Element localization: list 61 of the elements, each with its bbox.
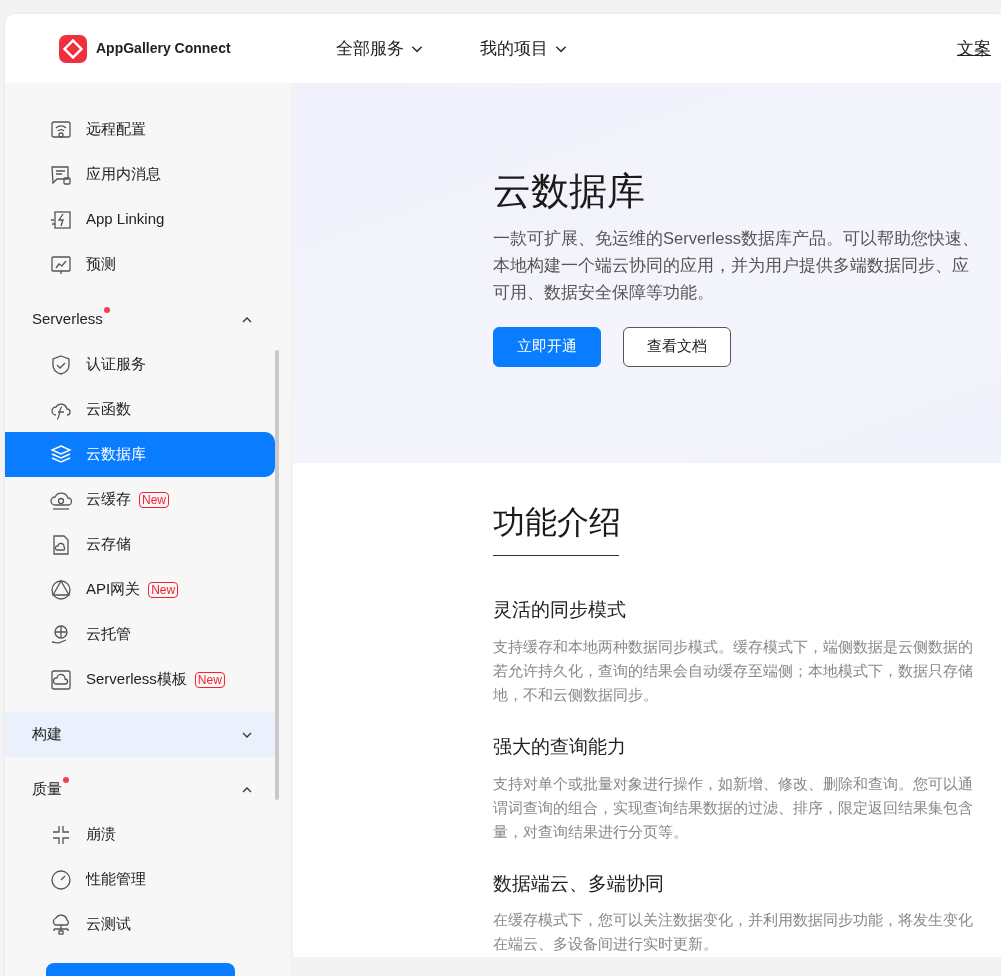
sidebar-item[interactable]: 云测试 [5, 902, 275, 947]
docs-button[interactable]: 查看文档 [623, 326, 731, 367]
sidebar-item[interactable]: 云缓存 New [5, 477, 275, 522]
sidebar-item[interactable]: Serverless模板 New [5, 657, 275, 702]
description-line: 本地构建一个端云协同的应用，并为用户提供多端数据同步、应 [493, 254, 970, 276]
activate-button[interactable]: 立即开通 [493, 326, 601, 367]
sidebar-item[interactable]: API网关 New [5, 567, 275, 612]
feature-title: 灵活的同步模式 [493, 598, 627, 623]
item-label: 云函数 [86, 399, 131, 420]
sidebar-item[interactable]: 云存储 [5, 522, 275, 567]
new-tag: New [148, 581, 179, 598]
item-label: 云测试 [86, 914, 131, 935]
item-label: 远程配置 [86, 119, 146, 140]
sidebar-item[interactable]: 远程配置 [5, 107, 275, 152]
sidebar-group-header[interactable]: 质量 [5, 767, 275, 812]
sidebar-item[interactable]: 云托管 [5, 612, 275, 657]
item-label: 认证服务 [86, 354, 146, 375]
new-tag: New [194, 671, 225, 688]
group-title: 构建 [32, 724, 62, 745]
feature-text: 支持对单个或批量对象进行操作，如新增、修改、删除和查询。您可以通 [493, 774, 974, 794]
group-title: Serverless [32, 309, 103, 330]
sidebar-item[interactable]: 应用内消息 [5, 152, 275, 197]
item-label: 性能管理 [86, 869, 146, 890]
feature-text: 在端云、多设备间进行实时更新。 [493, 935, 719, 955]
sidebar-item[interactable]: App Linking [5, 197, 275, 242]
description-line: 可用、数据安全保障等功能。 [493, 281, 715, 303]
item-label: Serverless模板 [86, 669, 187, 690]
group-title: 质量 [32, 779, 62, 800]
new-tag: New [139, 491, 169, 508]
brand-name: AppGallery Connect [96, 39, 231, 58]
feature-text: 支持缓存和本地两种数据同步模式。缓存模式下，端侧数据是云侧数据的 [493, 638, 974, 658]
item-label: 云托管 [86, 624, 131, 645]
sidebar-item[interactable]: 崩溃 [5, 812, 275, 857]
feature-title: 强大的查询能力 [493, 735, 627, 760]
item-label: API网关 [86, 579, 141, 600]
item-label: 应用内消息 [86, 164, 161, 185]
feature-title: 数据端云、多端协同 [493, 871, 665, 896]
nav-menu[interactable]: 我的项目 [479, 35, 568, 62]
section-title: 功能介绍 [493, 503, 619, 557]
sidebar-item[interactable]: 性能管理 [5, 857, 275, 902]
sidebar-group-header[interactable]: Serverless [5, 297, 275, 342]
description-line: 一款可扩展、免运维的Serverless数据库产品。可以帮助您快速、 [493, 227, 980, 249]
feature-text: 若允许持久化，查询的结果会自动缓存至端侧；本地模式下，数据只存储 [493, 662, 974, 682]
item-label: 崩溃 [86, 824, 116, 845]
feature-text: 地，不和云侧数据同步。 [493, 686, 659, 706]
sidebar-item[interactable]: 认证服务 [5, 342, 275, 387]
nav-menu[interactable]: 全部服务 [335, 35, 424, 62]
sidebar-item[interactable]: 云数据库 [5, 432, 275, 477]
sidebar-item[interactable]: 预测 [5, 242, 275, 287]
feature-text: 量，对查询结果进行分页等。 [493, 822, 689, 842]
item-label: 云缓存 [86, 489, 131, 510]
nav-link[interactable]: 文案 [957, 35, 991, 62]
sidebar-item[interactable]: 云函数 [5, 387, 275, 432]
item-label: App Linking [86, 209, 165, 230]
feature-text: 在缓存模式下，您可以关注数据变化，并利用数据同步功能，将发生变化 [493, 911, 974, 931]
item-label: 云存储 [86, 534, 131, 555]
sidebar-group-header[interactable]: 构建 [5, 712, 275, 757]
hero-title: 云数据库 [493, 169, 646, 214]
feature-text: 谓词查询的组合，实现查询结果数据的过滤、排序，限定返回结果集包含 [493, 798, 974, 818]
item-label: 预测 [86, 254, 116, 275]
item-label: 云数据库 [86, 444, 146, 465]
